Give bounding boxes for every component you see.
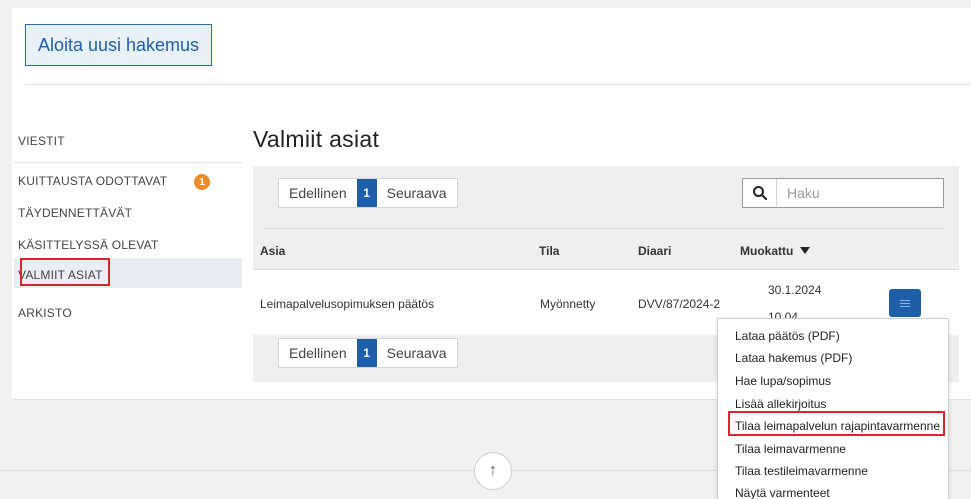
cell-muokattu-date: 30.1.2024 — [768, 283, 822, 297]
menu-item-hae-lupa[interactable]: Hae lupa/sopimus — [735, 374, 831, 388]
search-box — [742, 178, 944, 208]
menu-item-lataa-hakemus[interactable]: Lataa hakemus (PDF) — [735, 351, 852, 365]
pager-bottom: Edellinen 1 Seuraava — [278, 338, 458, 368]
notification-badge: 1 — [194, 174, 210, 190]
column-header-muokattu[interactable]: Muokattu — [740, 244, 810, 258]
previous-page-button[interactable]: Edellinen — [279, 179, 357, 207]
menu-icon[interactable] — [889, 289, 921, 317]
sidebar-item-kasittelyssa-olevat[interactable]: KÄSITTELYSSÄ OLEVAT — [14, 238, 242, 258]
search-input[interactable] — [777, 179, 937, 207]
page-title: Valmiit asiat — [253, 126, 380, 152]
sidebar-item-arkisto[interactable]: ARKISTO — [14, 306, 242, 326]
cell-asia: Leimapalvelusopimuksen päätös — [260, 297, 435, 311]
current-page-button[interactable]: 1 — [356, 339, 377, 367]
divider — [25, 84, 971, 85]
column-header-diaari[interactable]: Diaari — [638, 244, 671, 258]
sidebar-item-viestit[interactable]: VIESTIT — [14, 134, 242, 154]
sidebar-divider — [14, 162, 242, 163]
previous-page-button[interactable]: Edellinen — [279, 339, 357, 367]
arrow-up-icon[interactable]: ↑ — [474, 452, 512, 490]
menu-item-tilaa-testileimavarmenne[interactable]: Tilaa testileimavarmenne — [735, 464, 868, 478]
highlight-box — [728, 411, 945, 436]
sidebar-item-taydennettavat[interactable]: TÄYDENNETTÄVÄT — [14, 206, 242, 226]
menu-item-nayta-varmenteet[interactable]: Näytä varmenteet — [735, 486, 830, 499]
pager-top: Edellinen 1 Seuraava — [278, 178, 458, 208]
current-page-button[interactable]: 1 — [356, 179, 377, 207]
highlight-box — [20, 258, 110, 286]
menu-item-tilaa-leimavarmenne[interactable]: Tilaa leimavarmenne — [735, 442, 846, 456]
cell-diaari: DVV/87/2024-2 — [638, 297, 721, 311]
column-header-tila[interactable]: Tila — [539, 244, 559, 258]
table-divider — [265, 228, 945, 229]
next-page-button[interactable]: Seuraava — [377, 179, 457, 207]
search-icon[interactable] — [743, 179, 777, 207]
column-header-asia[interactable]: Asia — [260, 244, 285, 258]
next-page-button[interactable]: Seuraava — [377, 339, 457, 367]
column-header-muokattu-label: Muokattu — [740, 244, 794, 258]
menu-item-lataa-paatos[interactable]: Lataa päätös (PDF) — [735, 329, 840, 343]
menu-item-lisaa-allekirjoitus[interactable]: Lisää allekirjoitus — [735, 397, 826, 411]
new-application-button[interactable]: Aloita uusi hakemus — [25, 24, 212, 66]
actions-dropdown: Lataa päätös (PDF) Lataa hakemus (PDF) H… — [717, 318, 949, 499]
cell-tila: Myönnetty — [540, 297, 596, 311]
sort-desc-icon — [799, 247, 810, 254]
